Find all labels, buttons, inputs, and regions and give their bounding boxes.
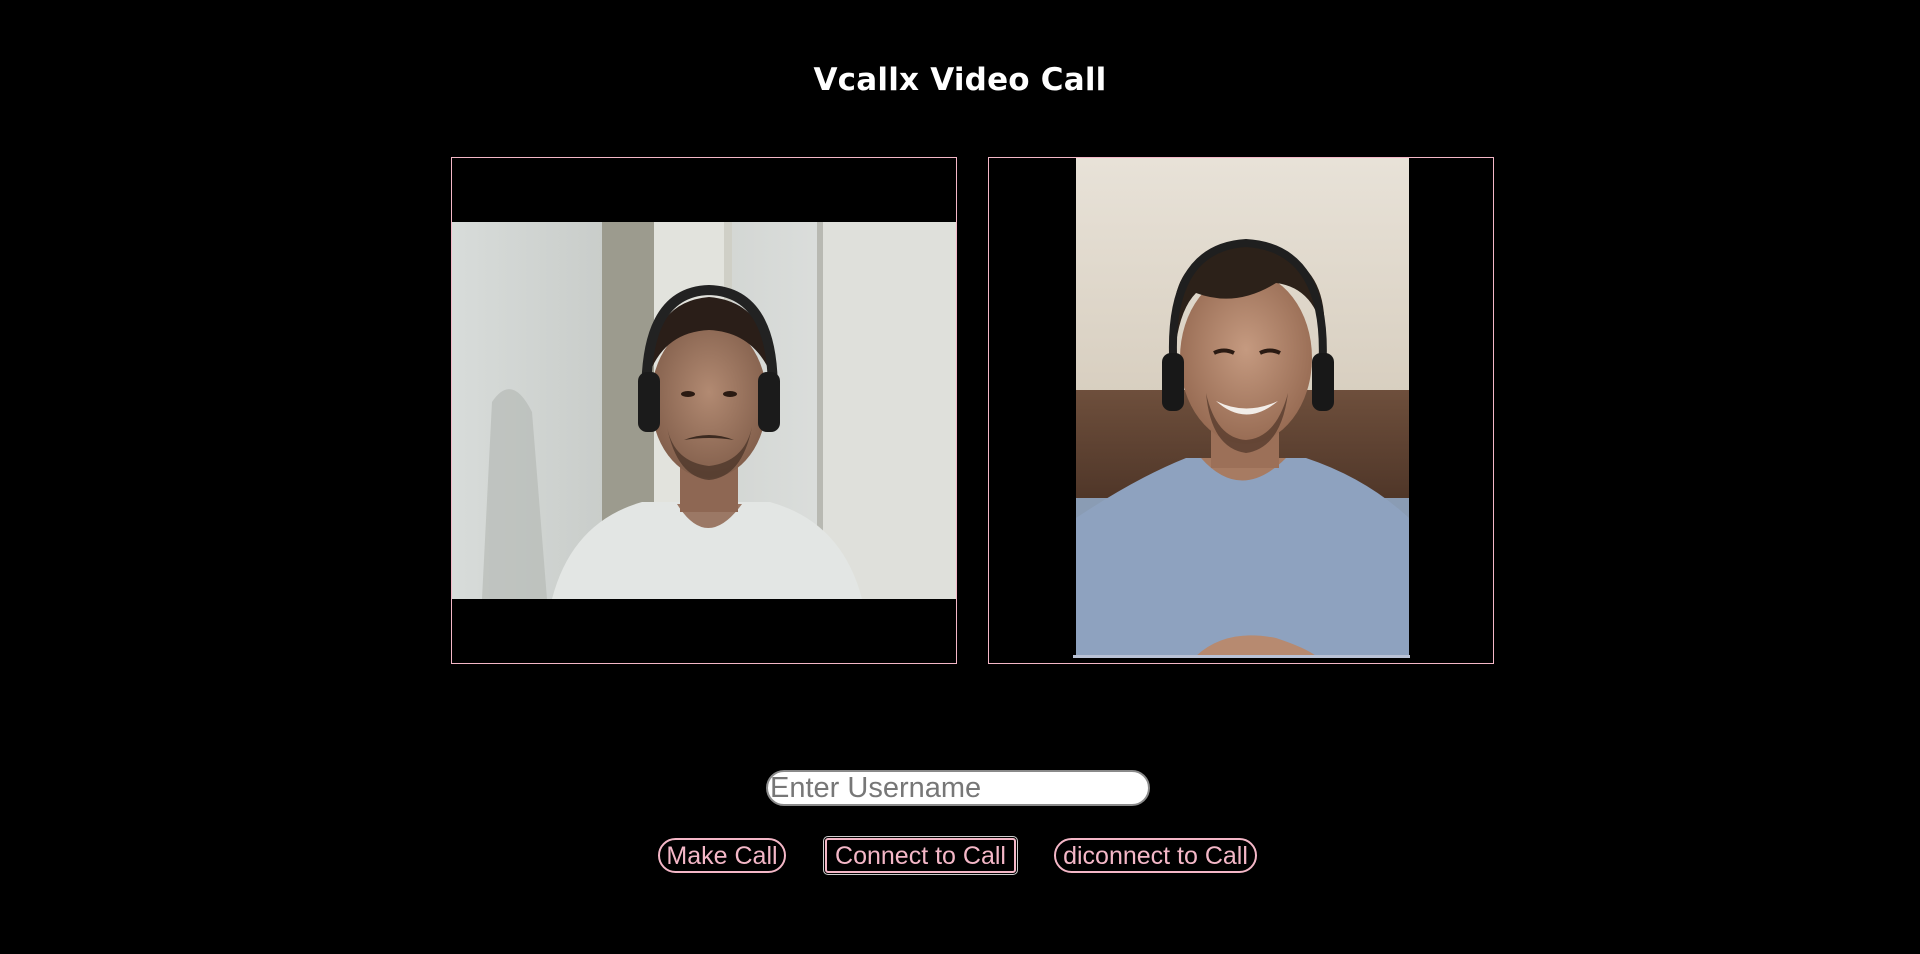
local-video-feed (452, 222, 956, 599)
make-call-button[interactable]: Make Call (658, 838, 786, 873)
disconnect-call-button[interactable]: diconnect to Call (1054, 838, 1257, 873)
remote-video-frame (1076, 158, 1409, 656)
username-input[interactable] (766, 770, 1150, 806)
local-video (451, 157, 957, 664)
remote-video-divider (1073, 655, 1410, 658)
connect-to-call-button[interactable]: Connect to Call (823, 836, 1018, 875)
page-title: Vcallx Video Call (813, 62, 1107, 98)
video-call-page: Vcallx Video Call Enter Username Make Ca… (0, 0, 1920, 954)
local-video-frame (452, 222, 956, 599)
remote-video (988, 157, 1494, 664)
remote-video-feed (1076, 158, 1409, 656)
